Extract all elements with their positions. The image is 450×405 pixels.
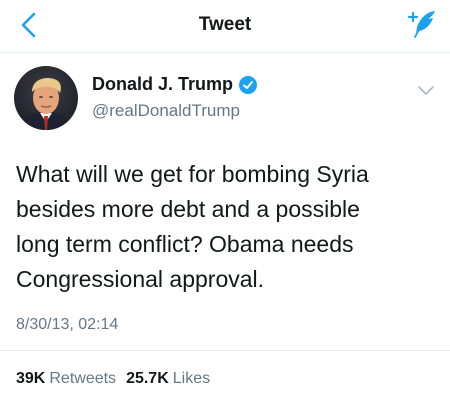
tweet-text-line: long term conflict? Obama needs	[16, 231, 354, 257]
author-display-name[interactable]: Donald J. Trump	[92, 74, 233, 95]
author-name-row: Donald J. Trump	[92, 74, 258, 95]
chevron-down-icon[interactable]	[418, 86, 434, 96]
profile-photo	[14, 66, 78, 130]
divider	[0, 350, 450, 351]
page-title: Tweet	[198, 14, 252, 35]
tweet-stats: 39K Retweets 25.7K Likes	[16, 370, 220, 388]
avatar[interactable]	[14, 66, 78, 130]
tweet-text-line: What will we get for bombing Syria	[16, 161, 369, 187]
retweets-count: 39K	[16, 370, 46, 387]
tweet-timestamp: 8/30/13, 02:14	[16, 316, 119, 333]
tweet-text: What will we get for bombing Syria besid…	[16, 157, 436, 297]
likes-stat[interactable]: 25.7K Likes	[126, 370, 210, 388]
retweets-label: Retweets	[49, 370, 117, 387]
top-navigation-bar: Tweet	[0, 0, 450, 53]
tweet-text-line: Congressional approval.	[16, 266, 265, 292]
tweet-text-line: besides more debt and a possible	[16, 196, 360, 222]
retweets-stat[interactable]: 39K Retweets	[16, 370, 116, 388]
verified-badge-icon	[239, 75, 258, 94]
compose-feather-icon[interactable]	[404, 8, 438, 40]
likes-count: 25.7K	[126, 370, 169, 387]
author-handle[interactable]: @realDonaldTrump	[92, 101, 240, 121]
likes-label: Likes	[172, 370, 211, 387]
